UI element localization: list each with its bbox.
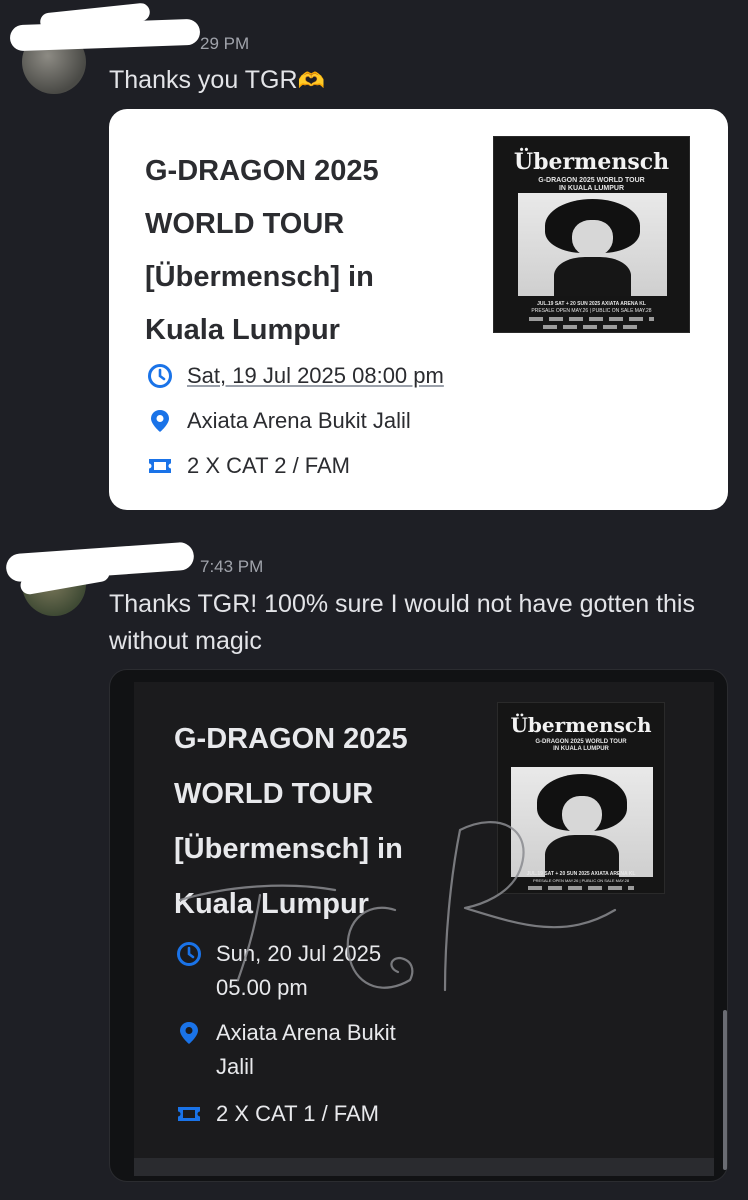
event-card-2[interactable]: G-DRAGON 2025 WORLD TOUR [Übermensch] in… bbox=[109, 669, 728, 1182]
clock-icon bbox=[177, 942, 201, 966]
event-venue-row: Axiata Arena Bukit Jalil bbox=[147, 408, 411, 434]
poster-dates: JUL.19 SAT + 20 SUN 2025 AXIATA ARENA KL bbox=[537, 301, 646, 307]
ticket-icon bbox=[149, 459, 171, 473]
poster-subtitle: G-DRAGON 2025 WORLD TOUR bbox=[538, 177, 645, 184]
poster-sponsor-logos bbox=[527, 886, 635, 890]
location-pin-icon bbox=[180, 1022, 198, 1044]
poster-dates: JUL.19 SAT + 20 SUN 2025 AXIATA ARENA KL bbox=[526, 871, 636, 877]
poster-subtitle-city: IN KUALA LUMPUR bbox=[553, 746, 609, 752]
clock-icon bbox=[148, 364, 172, 388]
event-datetime[interactable]: Sat, 19 Jul 2025 08:00 pm bbox=[187, 363, 444, 389]
event-venue: Axiata Arena Bukit Jalil bbox=[187, 408, 411, 433]
poster-subtitle-city: IN KUALA LUMPUR bbox=[558, 185, 625, 192]
poster-presale: PRESALE OPEN MAY.26 | PUBLIC ON SALE MAY… bbox=[532, 878, 630, 883]
event-tickets: 2 X CAT 1 / FAM bbox=[216, 1101, 380, 1126]
message-timestamp: 7:43 PM bbox=[200, 557, 264, 576]
poster-sponsor-logos bbox=[529, 317, 654, 321]
message-timestamp: 29 PM bbox=[200, 34, 250, 53]
message-text: Thanks TGR! 100% sure I would not have g… bbox=[109, 590, 695, 655]
message-text: Thanks you TGR🫶 bbox=[109, 66, 325, 94]
event-datetime-row[interactable]: Sun, 20 Jul 2025 05.00 pm bbox=[176, 937, 381, 1005]
embed-footer-bar bbox=[134, 1158, 714, 1176]
event-title: G-DRAGON 2025 WORLD TOUR [Übermensch] in… bbox=[145, 155, 379, 346]
event-venue: Axiata Arena Bukit Jalil bbox=[216, 1020, 396, 1079]
event-card-inner: G-DRAGON 2025 WORLD TOUR [Übermensch] in… bbox=[134, 682, 714, 1169]
poster-title: Übermensch bbox=[510, 713, 652, 737]
scrollbar[interactable] bbox=[723, 1010, 727, 1170]
location-pin-icon bbox=[151, 410, 169, 432]
event-poster-image[interactable]: Übermensch G-DRAGON 2025 WORLD TOUR IN K… bbox=[497, 702, 665, 894]
poster-photo bbox=[511, 767, 653, 877]
event-card-1[interactable]: G-DRAGON 2025 WORLD TOUR [Übermensch] in… bbox=[109, 109, 728, 510]
event-tickets: 2 X CAT 2 / FAM bbox=[187, 453, 351, 478]
chat-screen: 29 PM Thanks you TGR🫶 G-DRAGON 2025 WORL… bbox=[0, 0, 748, 1200]
event-tickets-row: 2 X CAT 2 / FAM bbox=[147, 453, 350, 479]
poster-sponsor-logos bbox=[542, 325, 641, 329]
poster-title: Übermensch bbox=[513, 149, 670, 175]
ticket-icon bbox=[178, 1107, 200, 1121]
event-venue-row: Axiata Arena Bukit Jalil bbox=[176, 1016, 396, 1084]
event-poster-image[interactable]: Übermensch G-DRAGON 2025 WORLD TOUR IN K… bbox=[493, 136, 690, 333]
event-datetime-row[interactable]: Sat, 19 Jul 2025 08:00 pm bbox=[147, 363, 444, 389]
event-tickets-row: 2 X CAT 1 / FAM bbox=[176, 1097, 379, 1131]
poster-subtitle: G-DRAGON 2025 WORLD TOUR bbox=[535, 739, 627, 745]
heart-hands-emoji: 🫶 bbox=[297, 68, 325, 93]
poster-photo bbox=[518, 193, 667, 296]
event-title: G-DRAGON 2025 WORLD TOUR [Übermensch] in… bbox=[174, 723, 408, 920]
event-datetime[interactable]: Sun, 20 Jul 2025 05.00 pm bbox=[216, 937, 381, 1005]
poster-presale: PRESALE OPEN MAY.26 | PUBLIC ON SALE MAY… bbox=[531, 308, 652, 314]
